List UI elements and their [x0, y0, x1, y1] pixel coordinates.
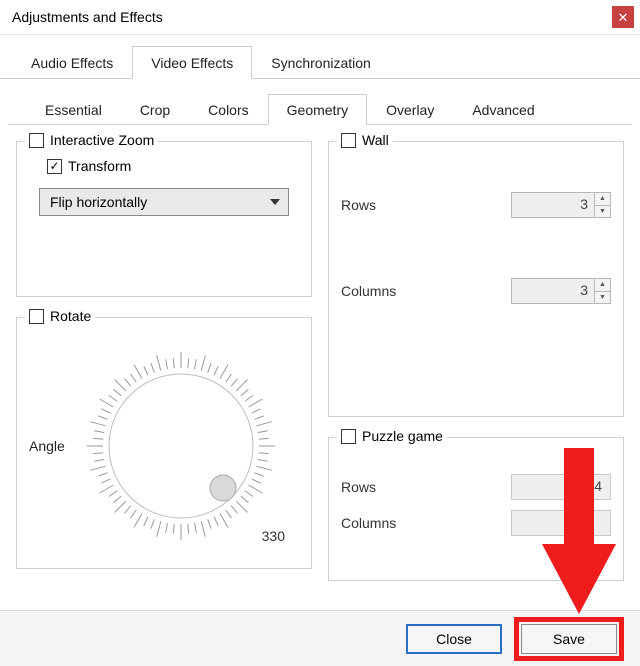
- puzzle-rows-input[interactable]: 4: [511, 474, 611, 500]
- subtab-essential[interactable]: Essential: [26, 94, 121, 125]
- group-wall: Wall Rows 3 ▲ ▼ Columns 3: [328, 141, 624, 417]
- label-rotate: Rotate: [50, 308, 91, 324]
- group-rotate: Rotate Angle (function(){: [16, 317, 312, 569]
- transform-mode-dropdown[interactable]: Flip horizontally: [39, 188, 289, 216]
- window-close-button[interactable]: ✕: [612, 6, 634, 28]
- wall-columns-down[interactable]: ▼: [595, 292, 610, 304]
- subtab-overlay[interactable]: Overlay: [367, 94, 453, 125]
- sub-tabs: Essential Crop Colors Geometry Overlay A…: [8, 79, 632, 125]
- label-puzzle-columns: Columns: [341, 515, 396, 531]
- subtab-geometry[interactable]: Geometry: [268, 94, 367, 125]
- wall-rows-up[interactable]: ▲: [595, 193, 610, 206]
- tab-audio-effects[interactable]: Audio Effects: [12, 46, 132, 79]
- label-puzzle-rows: Rows: [341, 479, 376, 495]
- top-tabs: Audio Effects Video Effects Synchronizat…: [0, 35, 640, 79]
- subtab-colors[interactable]: Colors: [189, 94, 267, 125]
- checkbox-wall[interactable]: [341, 133, 356, 148]
- close-button[interactable]: Close: [406, 624, 502, 654]
- dialog-footer: Close Save: [0, 610, 640, 666]
- wall-rows-value: 3: [512, 193, 594, 217]
- label-wall: Wall: [362, 132, 389, 148]
- checkbox-rotate[interactable]: [29, 309, 44, 324]
- wall-rows-down[interactable]: ▼: [595, 206, 610, 218]
- subtab-crop[interactable]: Crop: [121, 94, 189, 125]
- angle-dial[interactable]: (function(){ var svg = document.currentS…: [81, 346, 281, 546]
- label-wall-rows: Rows: [341, 197, 376, 213]
- save-button[interactable]: Save: [521, 624, 617, 654]
- label-angle: Angle: [29, 438, 73, 454]
- subtab-advanced[interactable]: Advanced: [453, 94, 553, 125]
- angle-value: 330: [262, 528, 285, 544]
- label-puzzle-game: Puzzle game: [362, 428, 443, 444]
- label-interactive-zoom: Interactive Zoom: [50, 132, 154, 148]
- chevron-down-icon: [270, 199, 280, 205]
- checkbox-interactive-zoom[interactable]: [29, 133, 44, 148]
- tab-video-effects[interactable]: Video Effects: [132, 46, 252, 79]
- wall-rows-spinner[interactable]: 3 ▲ ▼: [511, 192, 611, 218]
- titlebar: Adjustments and Effects ✕: [0, 0, 640, 35]
- checkbox-transform[interactable]: ✓: [47, 159, 62, 174]
- wall-columns-spinner[interactable]: 3 ▲ ▼: [511, 278, 611, 304]
- group-interactive-zoom: Interactive Zoom ✓ Transform Flip horizo…: [16, 141, 312, 297]
- puzzle-columns-input[interactable]: [511, 510, 611, 536]
- label-transform: Transform: [68, 158, 131, 174]
- group-puzzle-game: Puzzle game Rows 4 Columns: [328, 437, 624, 581]
- save-button-highlight: Save: [514, 617, 624, 661]
- wall-columns-up[interactable]: ▲: [595, 279, 610, 292]
- tab-synchronization[interactable]: Synchronization: [252, 46, 390, 79]
- label-wall-columns: Columns: [341, 283, 396, 299]
- transform-mode-value: Flip horizontally: [50, 194, 147, 210]
- geometry-panel: Interactive Zoom ✓ Transform Flip horizo…: [0, 125, 640, 591]
- wall-columns-value: 3: [512, 279, 594, 303]
- window-title: Adjustments and Effects: [12, 9, 163, 25]
- checkbox-puzzle-game[interactable]: [341, 429, 356, 444]
